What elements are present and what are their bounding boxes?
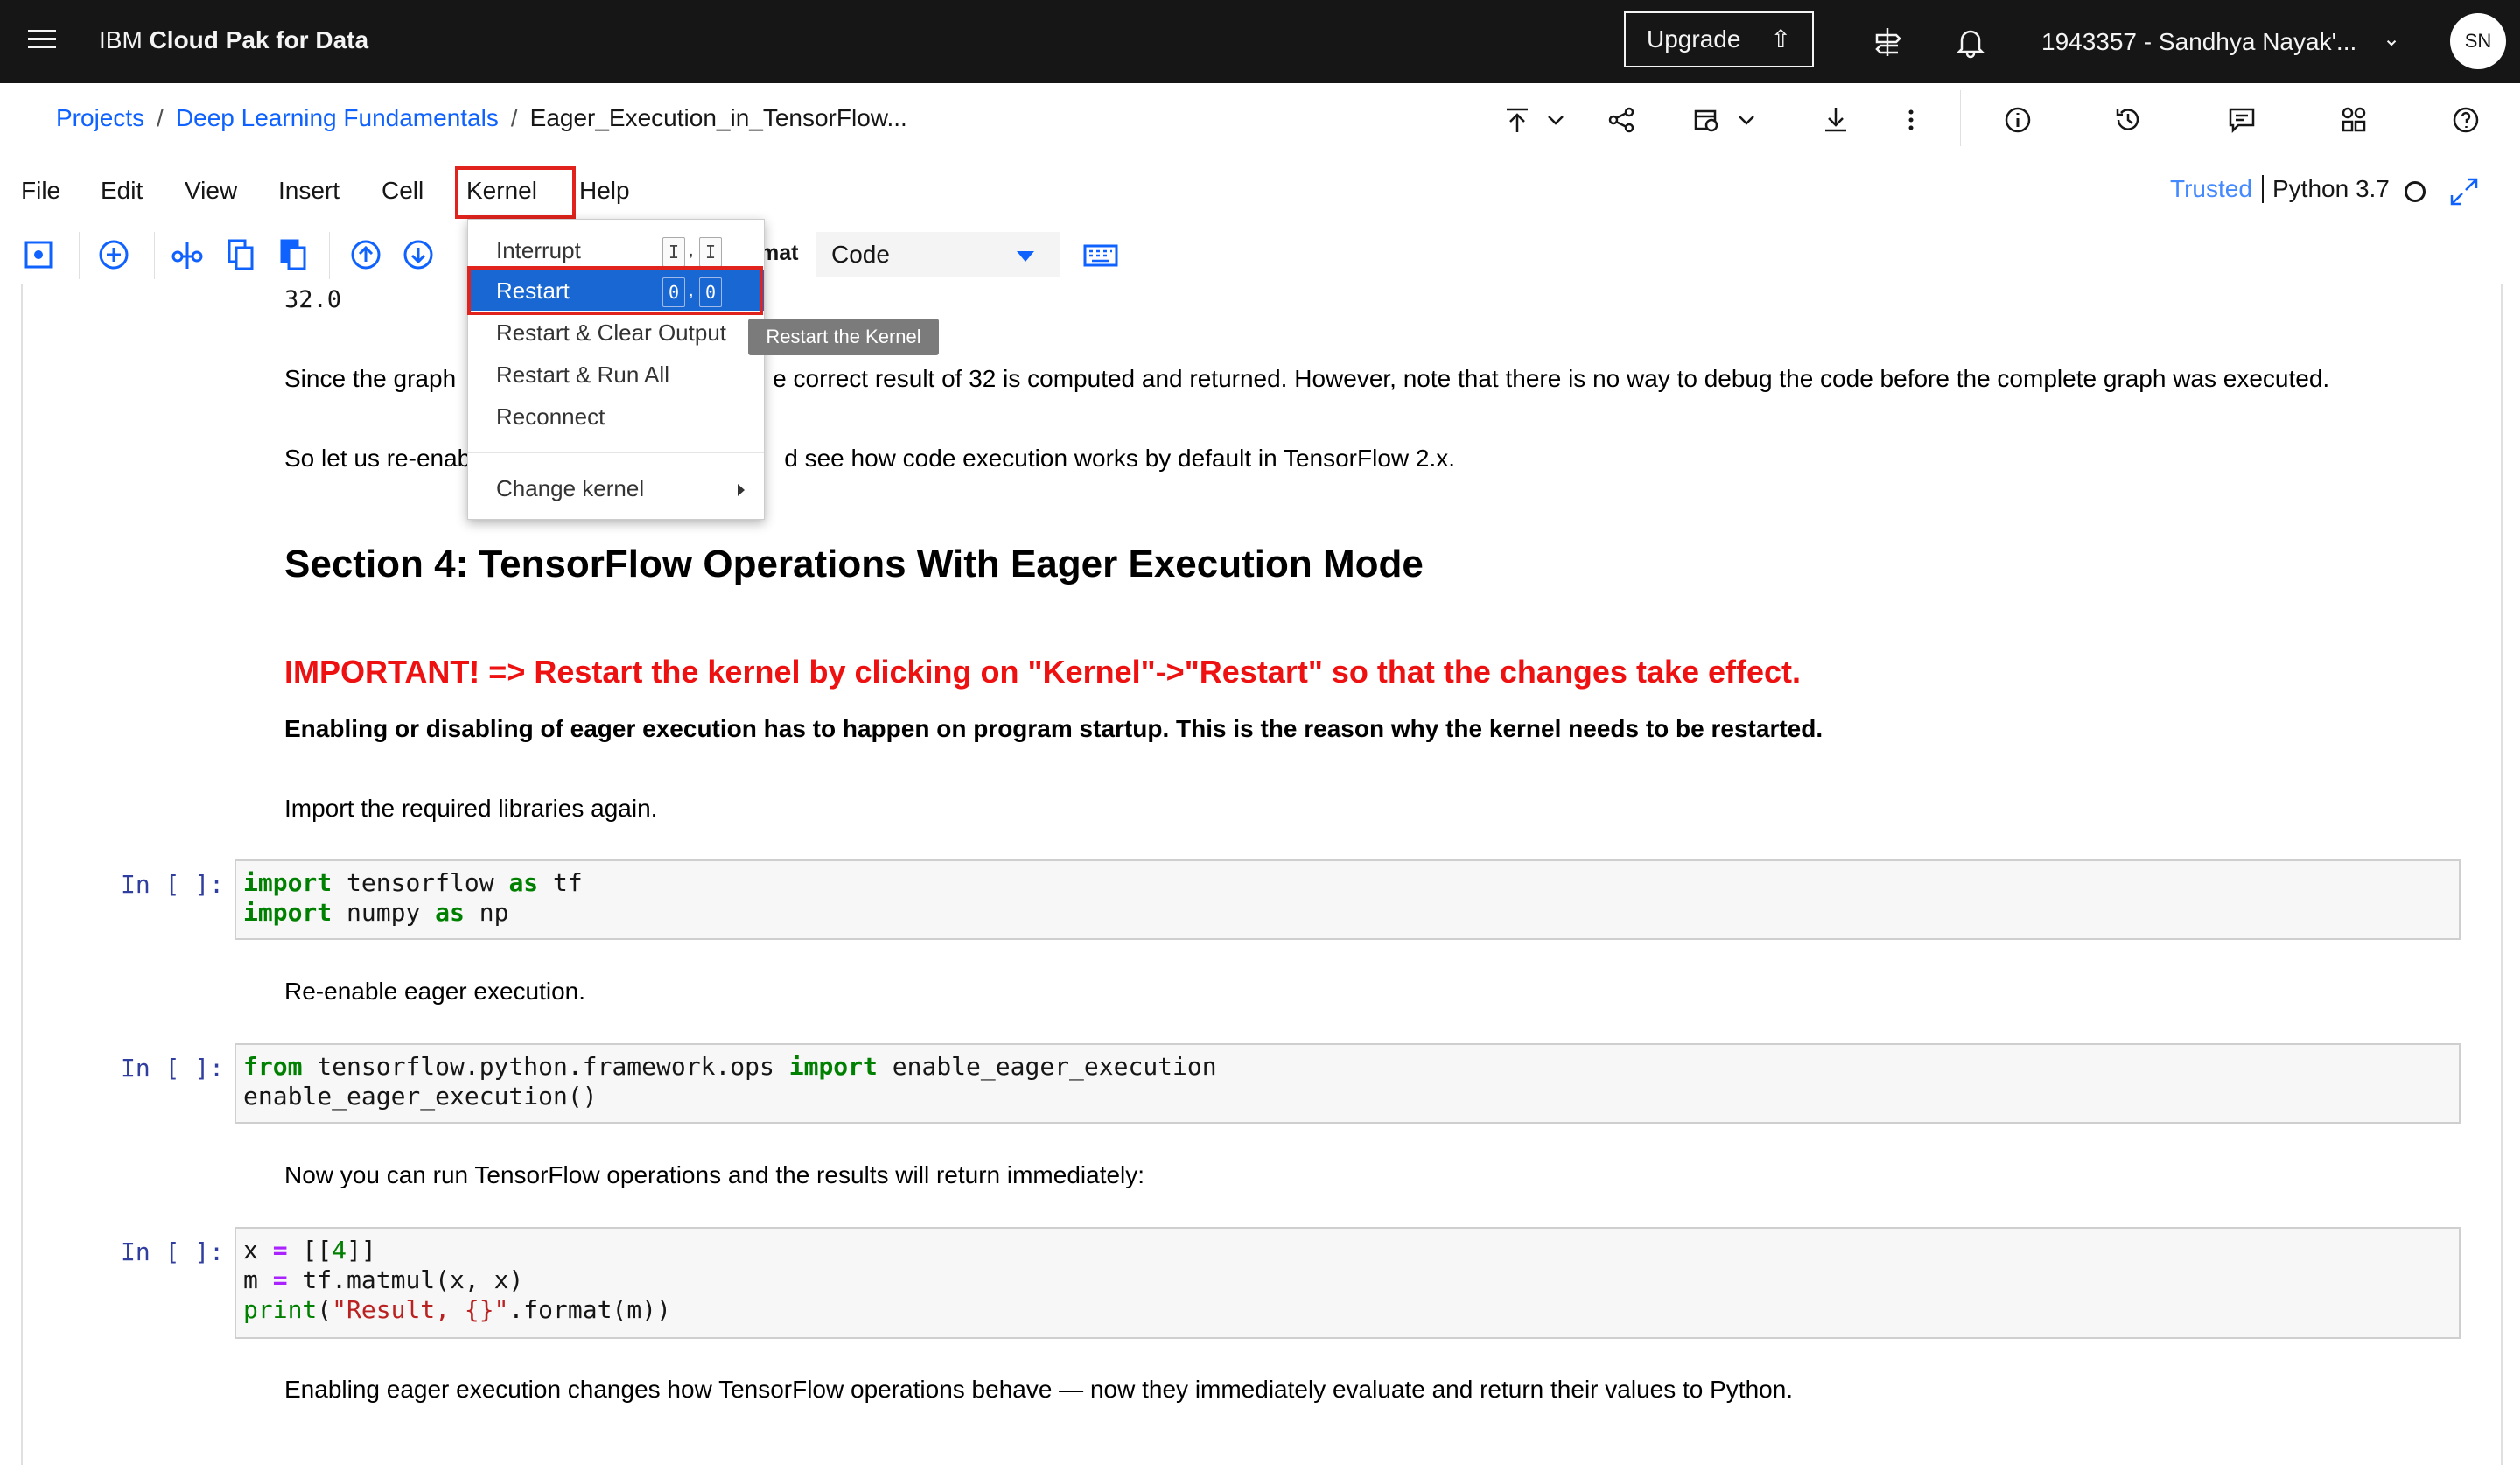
comments-icon[interactable] [2226, 104, 2258, 136]
trusted-indicator[interactable]: Trusted [2170, 175, 2252, 203]
share-icon[interactable] [1606, 104, 1637, 136]
breadcrumb-separator: / [510, 104, 518, 131]
brand-title[interactable]: IBM Cloud Pak for Data [99, 26, 368, 54]
submenu-arrow-icon [738, 484, 745, 496]
menu-help[interactable]: Help [579, 177, 630, 205]
hamburger-menu-icon[interactable] [28, 30, 56, 51]
notification-bell-icon[interactable] [1953, 25, 1988, 60]
avatar[interactable]: SN [2450, 13, 2506, 69]
save-icon[interactable] [21, 237, 56, 272]
kernel-menu-highlight [455, 166, 576, 219]
format-label: mat [760, 241, 799, 265]
toolbar-divider [79, 232, 80, 279]
shortcut-key: I [662, 237, 685, 267]
kernel-name: Python 3.7 [2262, 175, 2390, 203]
code-cell[interactable]: from tensorflow.python.framework.ops imp… [234, 1043, 2460, 1124]
cell-prompt: In [ ]: [121, 1237, 225, 1266]
caret-down-icon [1017, 251, 1034, 262]
code-cell[interactable]: import tensorflow as tf import numpy as … [234, 859, 2460, 940]
shortcut-separator: , [689, 241, 694, 260]
cut-icon[interactable] [170, 237, 205, 272]
markdown-text: So let us re-enab d see how code executio… [284, 445, 1456, 472]
section-heading: Section 4: TensorFlow Operations With Ea… [284, 543, 1424, 585]
expand-icon[interactable] [2446, 174, 2482, 209]
notebook-toolbar: mat Code [0, 227, 2520, 284]
markdown-text: Import the required libraries again. [284, 795, 658, 822]
account-label: 1943357 - Sandhya Nayak'... [2041, 28, 2357, 55]
code-cell[interactable]: x = [[4]] m = tf.matmul(x, x) print("Res… [234, 1227, 2460, 1339]
menu-edit[interactable]: Edit [101, 177, 143, 205]
keyboard-shortcuts-icon[interactable] [1082, 237, 1120, 272]
cell-prompt: In [ ]: [121, 870, 225, 899]
upgrade-arrow-icon: ⇧ [1770, 25, 1791, 53]
data-assets-icon[interactable] [2338, 104, 2370, 136]
restart-highlight [467, 266, 763, 315]
menu-insert[interactable]: Insert [278, 177, 340, 205]
menu-item-restart-clear-output[interactable]: Restart & Clear Output [468, 312, 764, 353]
account-switcher[interactable]: 1943357 - Sandhya Nayak'... ⌄ [2012, 0, 2400, 83]
cell-output: 32.0 [284, 286, 342, 313]
restart-tooltip: Restart the Kernel [748, 319, 939, 355]
signpost-icon[interactable] [1870, 25, 1905, 60]
notebook-menu-bar: File Edit View Insert Cell Kernel Help T… [0, 153, 2520, 227]
chevron-down-icon[interactable] [1734, 104, 1759, 136]
publish-icon[interactable] [1502, 104, 1533, 136]
breadcrumb-projects-link[interactable]: Projects [56, 104, 144, 131]
menu-item-interrupt[interactable]: Interrupt I , I [468, 230, 764, 270]
breadcrumb-separator: / [157, 104, 164, 131]
breadcrumb: Projects / Deep Learning Fundamentals / Eage… [56, 104, 907, 132]
shortcut-key: I [699, 237, 722, 267]
overflow-menu-icon[interactable] [1904, 104, 1918, 136]
menu-item-reconnect[interactable]: Reconnect [468, 396, 764, 437]
important-heading: IMPORTANT! => Restart the kernel by clic… [284, 654, 1802, 690]
toolbar-divider [329, 232, 330, 279]
upgrade-button[interactable]: Upgrade ⇧ [1624, 11, 1814, 67]
top-header: IBM Cloud Pak for Data Upgrade ⇧ 1943357… [0, 0, 2520, 83]
copy-icon[interactable] [222, 237, 257, 272]
menu-view[interactable]: View [185, 177, 237, 205]
menu-file[interactable]: File [21, 177, 60, 205]
chevron-down-icon: ⌄ [2383, 27, 2401, 51]
toolbar-divider [154, 232, 155, 279]
move-up-icon[interactable] [348, 237, 383, 272]
help-icon[interactable] [2450, 104, 2482, 136]
cell-type-select[interactable]: Code [816, 232, 1060, 277]
move-down-icon[interactable] [401, 237, 436, 272]
toolbar-divider [1960, 90, 1961, 146]
breadcrumb-project-link[interactable]: Deep Learning Fundamentals [176, 104, 499, 131]
breadcrumb-bar: Projects / Deep Learning Fundamentals / Eage… [0, 83, 2520, 155]
information-icon[interactable] [2002, 104, 2034, 136]
markdown-text: Enabling eager execution changes how Ten… [284, 1376, 1794, 1403]
paste-icon[interactable] [275, 237, 310, 272]
menu-item-change-kernel[interactable]: Change kernel [468, 468, 764, 508]
markdown-text: Enabling or disabling of eager execution… [284, 715, 1824, 742]
schedule-job-icon[interactable] [1690, 104, 1722, 136]
menu-cell[interactable]: Cell [382, 177, 424, 205]
download-icon[interactable] [1820, 104, 1852, 136]
markdown-text: Now you can run TensorFlow operations an… [284, 1161, 1145, 1188]
chevron-down-icon[interactable] [1544, 104, 1568, 136]
version-history-icon[interactable] [2112, 104, 2144, 136]
breadcrumb-current: Eager_Execution_in_TensorFlow... [529, 104, 907, 131]
menu-divider [468, 452, 764, 453]
cell-prompt: In [ ]: [121, 1054, 225, 1083]
markdown-text: Re-enable eager execution. [284, 978, 586, 1005]
add-cell-icon[interactable] [96, 237, 131, 272]
kernel-status-icon [2404, 181, 2426, 202]
menu-item-restart-run-all[interactable]: Restart & Run All [468, 354, 764, 395]
kernel-dropdown-menu: Interrupt I , I Restart 0 , 0 Restart & … [467, 219, 765, 520]
